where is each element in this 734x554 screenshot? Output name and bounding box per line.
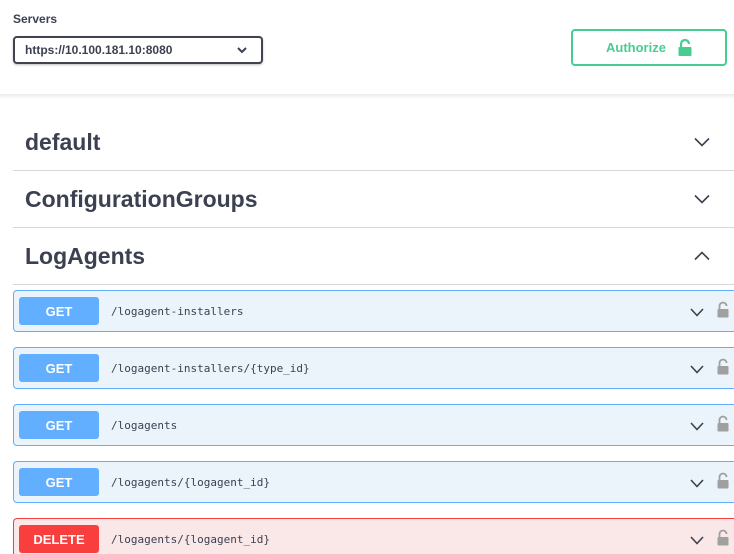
method-badge: GET	[19, 354, 99, 382]
lock-icon[interactable]	[717, 301, 729, 318]
lock-icon[interactable]	[717, 472, 729, 489]
tag-default[interactable]: default	[13, 114, 734, 171]
method-badge: GET	[19, 468, 99, 496]
tag-name: default	[25, 128, 101, 155]
lock-icon[interactable]	[717, 415, 729, 432]
method-badge: GET	[19, 411, 99, 439]
operation-path: /logagents/{logagent_id}	[111, 532, 270, 546]
unlock-icon	[678, 39, 692, 56]
chevron-down-icon[interactable]	[690, 479, 704, 488]
tag-configurationgroups[interactable]: ConfigurationGroups	[13, 171, 734, 228]
method-badge: GET	[19, 297, 99, 325]
operation-path: /logagent-installers	[111, 304, 244, 318]
tag-name: ConfigurationGroups	[25, 185, 258, 212]
operation-get-logagent-by-id[interactable]: GET /logagents/{logagent_id}	[13, 461, 734, 503]
servers-label: Servers	[13, 12, 58, 26]
chevron-down-icon	[694, 137, 710, 147]
operation-path: /logagents/{logagent_id}	[111, 475, 270, 489]
method-badge: DELETE	[19, 525, 99, 553]
chevron-down-icon[interactable]	[690, 536, 704, 545]
chevron-down-icon[interactable]	[690, 308, 704, 317]
chevron-down-icon[interactable]	[690, 365, 704, 374]
chevron-up-icon	[694, 251, 710, 261]
chevron-down-icon[interactable]	[690, 422, 704, 431]
servers-selected-value: https://10.100.181.10:8080	[25, 43, 173, 57]
lock-icon[interactable]	[717, 529, 729, 546]
operation-get-logagents[interactable]: GET /logagents	[13, 404, 734, 446]
servers-select[interactable]: https://10.100.181.10:8080	[13, 36, 263, 64]
operation-get-logagent-installers[interactable]: GET /logagent-installers	[13, 290, 734, 332]
tag-logagents[interactable]: LogAgents	[13, 228, 734, 285]
operation-delete-logagent-by-id[interactable]: DELETE /logagents/{logagent_id}	[13, 518, 734, 554]
operation-path: /logagents	[111, 418, 178, 432]
operation-path: /logagent-installers/{type_id}	[111, 361, 310, 375]
lock-icon[interactable]	[717, 358, 729, 375]
authorize-label: Authorize	[606, 40, 666, 55]
header-divider	[0, 94, 734, 99]
chevron-down-icon	[237, 47, 247, 54]
operation-get-logagent-installers-type[interactable]: GET /logagent-installers/{type_id}	[13, 347, 734, 389]
chevron-down-icon	[694, 194, 710, 204]
tag-name: LogAgents	[25, 242, 146, 269]
authorize-button[interactable]: Authorize	[571, 29, 727, 66]
